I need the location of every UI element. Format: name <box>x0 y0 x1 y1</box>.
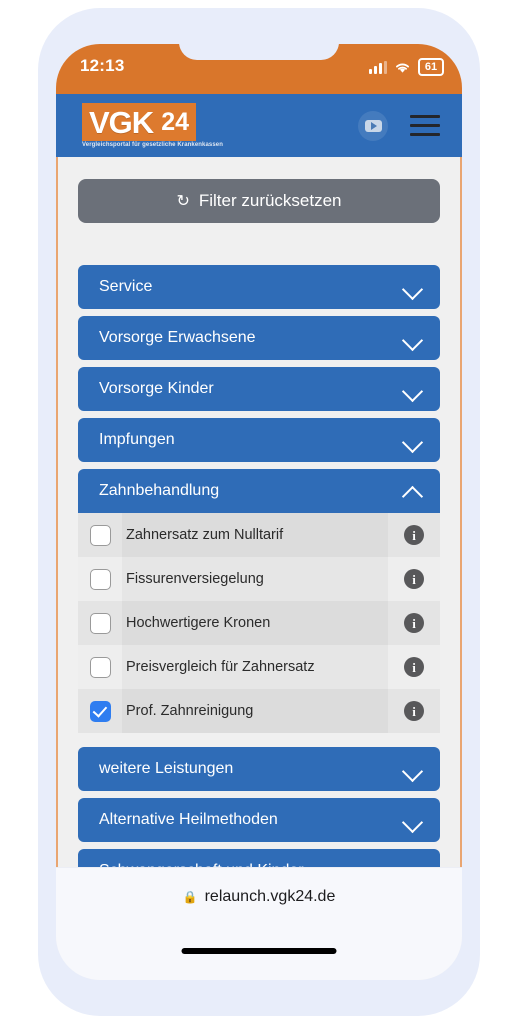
wifi-icon <box>394 61 411 74</box>
browser-bottom-bar: 🔒 relaunch.vgk24.de <box>56 867 462 980</box>
reset-filter-label: Filter zurücksetzen <box>198 191 342 210</box>
option-checkbox-cell <box>78 524 122 546</box>
reset-filter-button[interactable]: ↻ Filter zurücksetzen <box>78 179 440 223</box>
video-play-icon[interactable] <box>358 110 388 141</box>
option-row[interactable]: Hochwertigere Kronen i <box>78 601 440 645</box>
info-icon[interactable]: i <box>404 525 424 545</box>
filter-accordion-list: Service Vorsorge Erwachsene Vorsorge Kin… <box>78 265 440 867</box>
site-header: VGK 24 Vergleichsportal für gesetzliche … <box>56 94 462 157</box>
option-row[interactable]: Fissurenversiegelung i <box>78 557 440 601</box>
option-info-cell: i <box>388 513 440 557</box>
accordion-header-vorsorge-kinder[interactable]: Vorsorge Kinder <box>78 367 440 411</box>
vgk24-logo[interactable]: VGK 24 Vergleichsportal für gesetzliche … <box>82 103 237 148</box>
logo-24-block: 24 <box>159 103 196 141</box>
option-info-cell: i <box>388 645 440 689</box>
chevron-down-icon <box>403 281 424 293</box>
accordion-header-alternative-heilmethoden[interactable]: Alternative Heilmethoden <box>78 798 440 842</box>
option-row[interactable]: Prof. Zahnreinigung i <box>78 689 440 733</box>
battery-indicator: 61 <box>418 58 444 76</box>
phone-frame: 12:13 61 VGK 24 Vergleichsportal für ges… <box>38 8 480 1016</box>
option-info-cell: i <box>388 689 440 733</box>
status-bar-time: 12:13 <box>80 56 125 75</box>
option-checkbox[interactable] <box>89 700 111 722</box>
phone-screen: 12:13 61 VGK 24 Vergleichsportal für ges… <box>56 44 462 980</box>
status-bar: 12:13 61 <box>56 44 462 94</box>
option-label: Preisvergleich für Zahnersatz <box>122 645 388 689</box>
chevron-down-icon <box>403 332 424 344</box>
accordion-label: weitere Leistungen <box>99 760 234 777</box>
option-row[interactable]: Zahnersatz zum Nulltarif i <box>78 513 440 557</box>
option-label: Prof. Zahnreinigung <box>122 689 388 733</box>
option-checkbox[interactable] <box>89 656 111 678</box>
option-label: Hochwertigere Kronen <box>122 601 388 645</box>
option-checkbox-cell <box>78 568 122 590</box>
header-actions <box>358 110 440 141</box>
hamburger-menu-icon[interactable] <box>410 115 440 136</box>
info-icon[interactable]: i <box>404 701 424 721</box>
status-bar-indicators: 61 <box>369 58 444 76</box>
accordion-header-zahnbehandlung[interactable]: Zahnbehandlung <box>78 469 440 513</box>
accordion-label: Zahnbehandlung <box>99 482 220 499</box>
option-checkbox-cell <box>78 700 122 722</box>
option-checkbox[interactable] <box>89 568 111 590</box>
accordion-label: Alternative Heilmethoden <box>99 811 278 828</box>
option-checkbox-cell <box>78 656 122 678</box>
cellular-signal-icon <box>369 60 387 74</box>
accordion-header-schwangerschaft-und-kinder[interactable]: Schwangerschaft und Kinder <box>78 849 440 867</box>
video-play-glyph <box>364 119 382 132</box>
accordion-label: Impfungen <box>99 431 175 448</box>
accordion-label: Vorsorge Kinder <box>99 380 214 397</box>
option-info-cell: i <box>388 557 440 601</box>
chevron-down-icon <box>403 763 424 775</box>
accordion-header-service[interactable]: Service <box>78 265 440 309</box>
option-checkbox[interactable] <box>89 612 111 634</box>
zahnbehandlung-option-list: Zahnersatz zum Nulltarif i Fissurenversi… <box>78 513 440 733</box>
lock-icon: 🔒 <box>182 890 198 904</box>
chevron-down-icon <box>403 383 424 395</box>
logo-24-text: 24 <box>161 107 189 136</box>
chevron-down-icon <box>403 814 424 826</box>
info-icon[interactable]: i <box>404 569 424 589</box>
option-row[interactable]: Preisvergleich für Zahnersatz i <box>78 645 440 689</box>
logo-tagline: Vergleichsportal für gesetzliche Kranken… <box>82 142 223 148</box>
logo-vgk-text: VGK <box>89 104 154 140</box>
accordion-label: Vorsorge Erwachsene <box>99 329 256 346</box>
info-icon[interactable]: i <box>404 613 424 633</box>
chevron-down-icon <box>403 434 424 446</box>
option-checkbox[interactable] <box>89 524 111 546</box>
logo-mark: VGK 24 <box>82 103 237 141</box>
accordion-header-weitere-leistungen[interactable]: weitere Leistungen <box>78 747 440 791</box>
info-icon[interactable]: i <box>404 657 424 677</box>
logo-vgk-block: VGK <box>82 103 160 141</box>
phone-notch <box>179 44 339 60</box>
option-label: Zahnersatz zum Nulltarif <box>122 513 388 557</box>
refresh-icon: ↻ <box>176 193 190 210</box>
accordion-header-impfungen[interactable]: Impfungen <box>78 418 440 462</box>
accordion-label: Service <box>99 278 153 295</box>
page-content: ↻ Filter zurücksetzen Service Vorsorge E… <box>56 157 462 867</box>
option-checkbox-cell <box>78 612 122 634</box>
accordion-header-vorsorge-erwachsene[interactable]: Vorsorge Erwachsene <box>78 316 440 360</box>
url-bar[interactable]: 🔒 relaunch.vgk24.de <box>56 868 462 926</box>
option-label: Fissurenversiegelung <box>122 557 388 601</box>
chevron-up-icon <box>403 485 424 497</box>
accordion-section-zahnbehandlung: Zahnbehandlung Zahnersatz zum Nulltarif <box>78 469 440 733</box>
home-indicator <box>181 948 337 954</box>
url-text: relaunch.vgk24.de <box>204 888 336 905</box>
option-info-cell: i <box>388 601 440 645</box>
